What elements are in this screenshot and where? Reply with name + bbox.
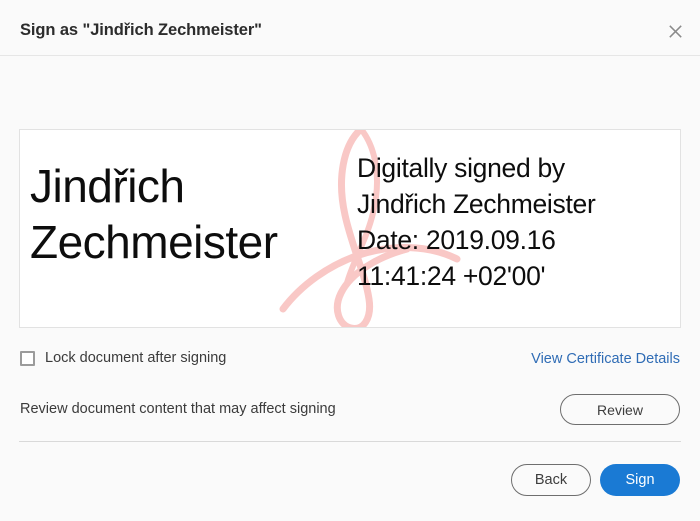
footer-divider xyxy=(19,441,681,442)
signature-name-text: Jindřich Zechmeister xyxy=(30,160,278,268)
review-description: Review document content that may affect … xyxy=(20,401,336,417)
checkbox-unchecked-icon xyxy=(20,350,35,366)
lock-document-label: Lock document after signing xyxy=(45,350,227,366)
signature-details-text: Digitally signed by Jindřich Zechmeister… xyxy=(357,153,596,291)
back-button[interactable]: Back xyxy=(511,464,591,496)
sign-button[interactable]: Sign xyxy=(600,464,680,496)
lock-options-row: Lock document after signing View Certifi… xyxy=(0,345,700,379)
close-button[interactable] xyxy=(664,20,686,42)
view-certificate-details-link[interactable]: View Certificate Details xyxy=(531,351,680,367)
close-icon xyxy=(668,24,683,39)
review-row: Review document content that may affect … xyxy=(0,392,700,432)
appearance-row: Appearance Standard Text Create xyxy=(0,56,700,167)
page-title: Sign as "Jindřich Zechmeister" xyxy=(20,21,262,39)
signature-preview-panel[interactable]: Jindřich Zechmeister Digitally signed by… xyxy=(19,129,681,328)
dialog-titlebar: Sign as "Jindřich Zechmeister" xyxy=(0,0,700,56)
lock-document-checkbox[interactable]: Lock document after signing xyxy=(20,350,226,366)
review-button[interactable]: Review xyxy=(560,394,680,425)
